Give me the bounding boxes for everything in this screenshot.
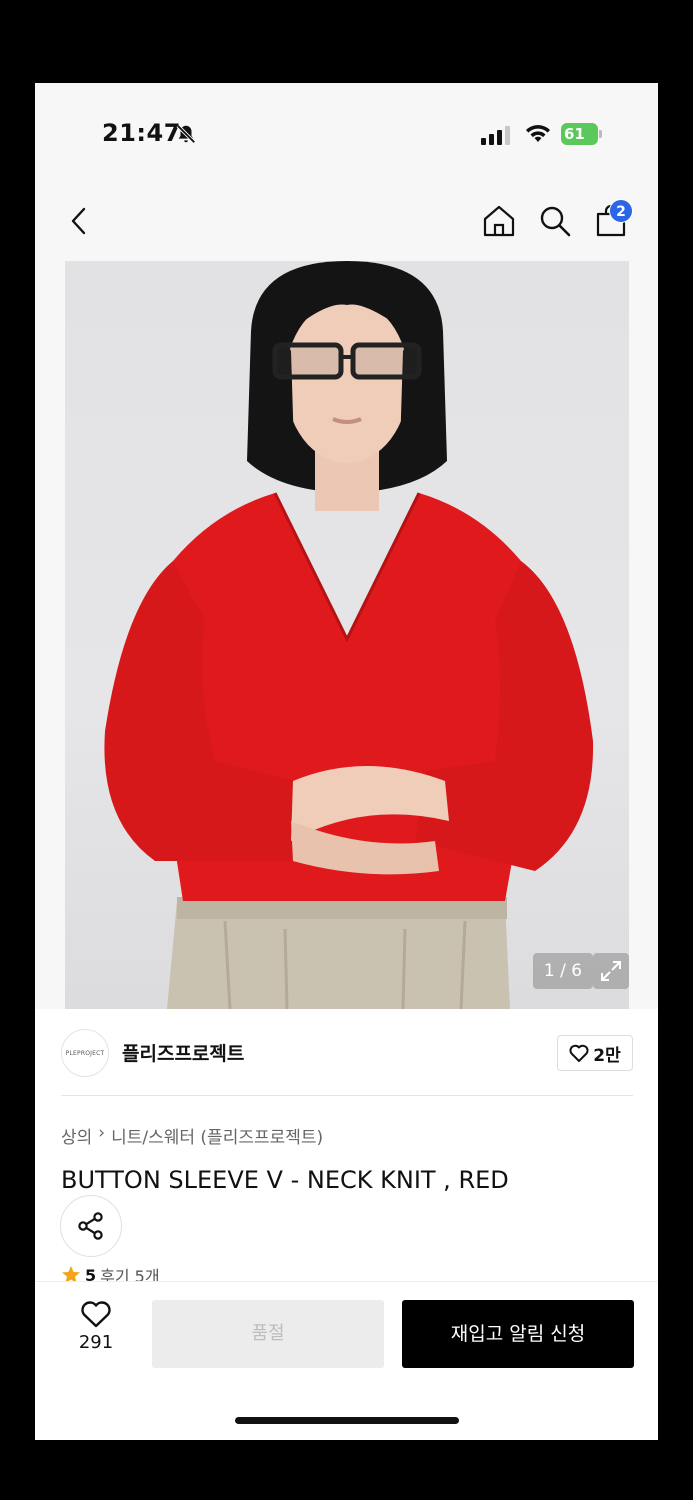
battery-level: 61 xyxy=(561,123,598,145)
breadcrumb: 상의 › 니트/스웨터 (플리즈프로젝트) xyxy=(61,1123,323,1148)
sold-out-button: 품절 xyxy=(152,1300,384,1368)
bottom-action-bar: 291 품절 재입고 알림 신청 xyxy=(35,1281,658,1440)
cart-count-badge: 2 xyxy=(609,199,633,223)
model-wearing-red-sweater-illustration xyxy=(104,261,594,1009)
brand-logo-text: PLEPROJECT xyxy=(65,1049,105,1057)
share-button[interactable] xyxy=(60,1195,122,1257)
back-button[interactable] xyxy=(61,203,97,239)
brand-like-count: 2만 xyxy=(593,1045,621,1066)
status-bar: 21:47 61 xyxy=(35,83,658,183)
heart-icon xyxy=(81,1301,111,1328)
battery-cap xyxy=(599,130,602,138)
cellular-signal-icon xyxy=(481,126,510,145)
expand-icon xyxy=(601,961,621,981)
product-photo[interactable]: 1 / 6 xyxy=(65,261,629,1009)
brand-row: PLEPROJECT 플리즈프로젝트 2만 xyxy=(35,1009,658,1097)
wishlist-button[interactable]: 291 xyxy=(61,1300,131,1360)
divider xyxy=(61,1095,633,1096)
breadcrumb-category[interactable]: 상의 xyxy=(61,1123,92,1148)
product-title: BUTTON SLEEVE V - NECK KNIT , RED xyxy=(61,1166,509,1194)
top-navigation: 2 xyxy=(35,183,658,261)
search-button[interactable] xyxy=(537,203,573,239)
breadcrumb-separator: › xyxy=(98,1123,106,1143)
brand-name[interactable]: 플리즈프로젝트 xyxy=(122,1039,244,1066)
chevron-left-icon xyxy=(71,207,86,235)
home-indicator[interactable] xyxy=(235,1417,459,1424)
share-icon xyxy=(78,1212,103,1240)
wifi-icon xyxy=(526,125,550,142)
wishlist-count: 291 xyxy=(78,1332,114,1353)
home-icon xyxy=(483,205,515,237)
breadcrumb-subcategory[interactable]: 니트/스웨터 (플리즈프로젝트) xyxy=(111,1123,323,1148)
phone-screen: 21:47 61 2 1 / 6 PLEPROJECT 플리즈프로젝트 2만 상… xyxy=(35,83,658,1440)
brand-logo[interactable]: PLEPROJECT xyxy=(61,1029,109,1077)
restock-alert-button[interactable]: 재입고 알림 신청 xyxy=(402,1300,634,1368)
image-counter: 1 / 6 xyxy=(533,953,593,989)
brand-like-button[interactable]: 2만 xyxy=(557,1035,633,1071)
search-icon xyxy=(540,206,571,237)
heart-icon xyxy=(569,1044,589,1062)
home-button[interactable] xyxy=(481,203,517,239)
product-gallery[interactable]: 1 / 6 xyxy=(35,261,658,1009)
silent-bell-icon xyxy=(176,124,196,144)
battery-indicator: 61 xyxy=(561,123,603,145)
status-time: 21:47 xyxy=(102,119,181,147)
fullscreen-button[interactable] xyxy=(593,953,629,989)
